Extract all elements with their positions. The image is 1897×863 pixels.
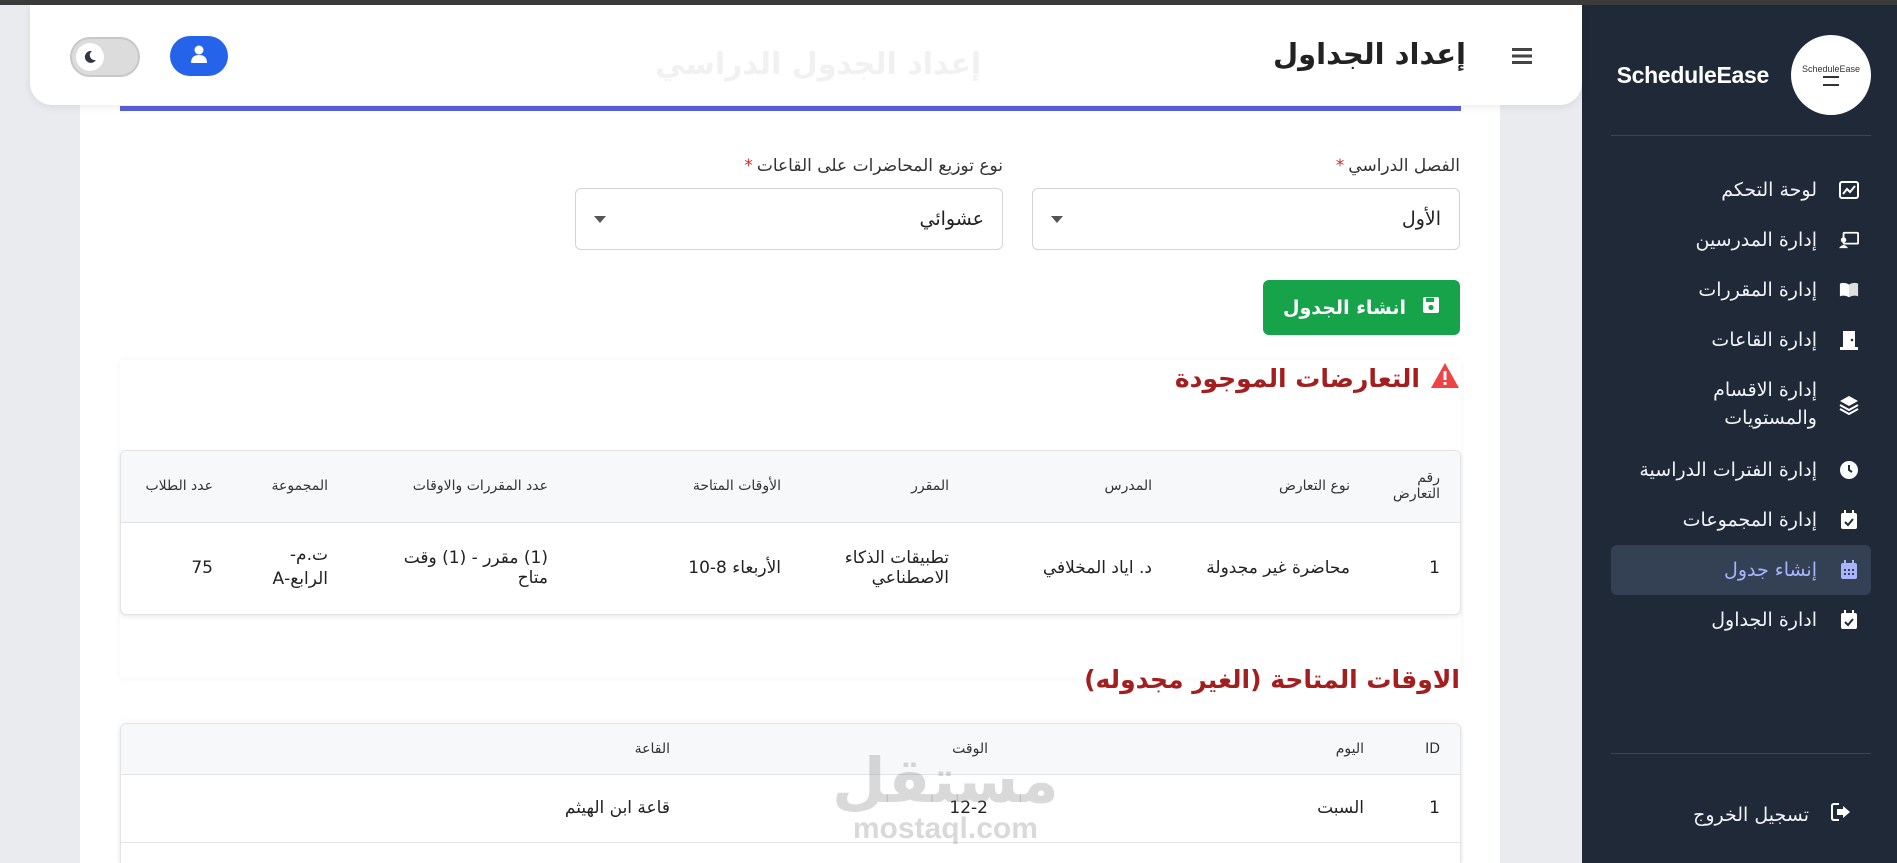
sidebar-item-label: إدارة القاعات bbox=[1711, 329, 1817, 351]
sidebar-item-create-schedule[interactable]: إنشاء جدول bbox=[1611, 545, 1871, 595]
sidebar-item-manage-schedules[interactable]: ادارة الجداول bbox=[1611, 595, 1871, 645]
layers-icon bbox=[1839, 395, 1859, 415]
logo-bars-icon bbox=[1823, 76, 1839, 86]
distribution-select[interactable]: عشوائي bbox=[575, 188, 1003, 250]
brand-name: ScheduleEase bbox=[1616, 61, 1770, 88]
cell: 75 bbox=[191, 558, 213, 579]
sidebar-item-label: إدارة الاقسام والمستويات bbox=[1713, 379, 1817, 429]
cell: 1 bbox=[1429, 798, 1440, 818]
conflicts-title: التعارضات الموجودة bbox=[1175, 362, 1460, 395]
semester-select[interactable]: الأول bbox=[1032, 188, 1460, 250]
sidebar: ScheduleEase ScheduleEase لوحة التحكم إد… bbox=[1582, 5, 1897, 863]
chevron-down-icon bbox=[1051, 215, 1063, 223]
save-icon bbox=[1422, 296, 1440, 319]
sidebar-item-dashboard[interactable]: لوحة التحكم bbox=[1611, 165, 1871, 215]
required-mark: * bbox=[1335, 156, 1345, 176]
app-logo: ScheduleEase bbox=[1791, 35, 1871, 115]
calendar-check-icon bbox=[1839, 510, 1859, 530]
sidebar-item-label: إدارة المقررات bbox=[1698, 279, 1817, 301]
page-title: إعداد الجداول bbox=[1272, 37, 1466, 71]
cell: 1 bbox=[1429, 558, 1440, 579]
teacher-icon bbox=[1839, 230, 1859, 250]
col-header: ID bbox=[1384, 724, 1460, 775]
sidebar-item-periods[interactable]: إدارة الفترات الدراسية bbox=[1611, 445, 1871, 495]
clock-icon bbox=[1839, 460, 1859, 480]
calendar-icon bbox=[1839, 560, 1859, 580]
conflicts-table: رقم التعارض نوع التعارض المدرس المقرر ال… bbox=[120, 450, 1461, 615]
col-header: الأوقات المتاحة bbox=[568, 451, 801, 523]
sidebar-item-label: إنشاء جدول bbox=[1724, 559, 1817, 581]
user-icon bbox=[191, 45, 207, 67]
menu-toggle-icon[interactable] bbox=[1512, 45, 1532, 70]
book-icon bbox=[1839, 280, 1859, 300]
create-schedule-button[interactable]: انشاء الجدول bbox=[1263, 280, 1460, 335]
sidebar-item-teachers[interactable]: إدارة المدرسين bbox=[1611, 215, 1871, 265]
sidebar-nav: لوحة التحكم إدارة المدرسين إدارة المقررا… bbox=[1611, 165, 1871, 645]
cell: د. اياد المخلافي bbox=[1042, 558, 1152, 579]
user-profile-button[interactable] bbox=[170, 36, 228, 76]
col-header: المقرر bbox=[801, 451, 969, 523]
sidebar-item-label: إدارة المدرسين bbox=[1695, 229, 1817, 251]
col-header: المجموعة bbox=[233, 451, 348, 523]
ghost-page-title: إعداد الجدول الدراسي bbox=[655, 47, 982, 82]
logout-icon bbox=[1831, 803, 1851, 826]
sidebar-item-label: لوحة التحكم bbox=[1721, 179, 1817, 201]
cell: السبت bbox=[1317, 798, 1364, 818]
sidebar-divider bbox=[1611, 135, 1871, 136]
cell: قاعة ابن الهيثم bbox=[564, 798, 670, 818]
table-row bbox=[121, 842, 1460, 863]
dark-mode-toggle[interactable] bbox=[70, 37, 140, 77]
conflicts-title-text: التعارضات الموجودة bbox=[1174, 364, 1420, 393]
sidebar-item-label: إدارة المجموعات bbox=[1682, 509, 1817, 531]
table-row: 1 محاضرة غير مجدولة د. اياد المخلافي تطب… bbox=[121, 522, 1460, 614]
col-header: رقم التعارض bbox=[1370, 451, 1460, 523]
sidebar-divider bbox=[1611, 753, 1871, 754]
distribution-label-text: نوع توزيع المحاضرات على القاعات bbox=[756, 156, 1003, 176]
table-header-row: ID اليوم الوقت القاعة bbox=[121, 724, 1460, 775]
col-header: نوع التعارض bbox=[1172, 451, 1370, 523]
col-header: الوقت bbox=[690, 724, 1008, 775]
top-header: إعداد الجدول الدراسي إعداد الجداول bbox=[30, 5, 1582, 105]
sidebar-item-courses[interactable]: إدارة المقررات bbox=[1611, 265, 1871, 315]
col-header: اليوم bbox=[1008, 724, 1384, 775]
cell: تطبيقات الذكاء الاصطناعي bbox=[844, 548, 949, 589]
main-content: الفصل الدراسي* الأول نوع توزيع المحاضرات… bbox=[80, 60, 1500, 863]
sidebar-item-groups[interactable]: إدارة المجموعات bbox=[1611, 495, 1871, 545]
logout-button[interactable]: تسجيل الخروج bbox=[1693, 803, 1851, 826]
col-header: المدرس bbox=[969, 451, 1172, 523]
cell: (1) مقرر - (1) وقت متاح bbox=[403, 548, 548, 589]
col-header: القاعة bbox=[121, 724, 690, 775]
semester-label: الفصل الدراسي* bbox=[1336, 156, 1460, 176]
chart-icon bbox=[1839, 180, 1859, 200]
calendar-check-icon bbox=[1839, 610, 1859, 630]
distribution-value: عشوائي bbox=[919, 208, 984, 230]
cell: الأربعاء 8-10 bbox=[688, 558, 781, 579]
available-table: ID اليوم الوقت القاعة 1 السبت 12-2 قاعة … bbox=[120, 723, 1461, 863]
sidebar-item-departments[interactable]: إدارة الاقسام والمستويات bbox=[1611, 365, 1871, 445]
cell: ت.م- الرابع-A bbox=[272, 545, 328, 590]
sidebar-item-label: إدارة الفترات الدراسية bbox=[1639, 459, 1817, 481]
available-title: الاوقات المتاحة (الغير مجدوله) bbox=[1084, 665, 1460, 694]
col-header: عدد الطلاب bbox=[121, 451, 233, 523]
sidebar-item-label: ادارة الجداول bbox=[1711, 609, 1817, 631]
warning-icon bbox=[1430, 362, 1460, 395]
table-header-row: رقم التعارض نوع التعارض المدرس المقرر ال… bbox=[121, 451, 1460, 523]
sidebar-item-halls[interactable]: إدارة القاعات bbox=[1611, 315, 1871, 365]
col-header: عدد المقررات والاوقات bbox=[348, 451, 568, 523]
semester-label-text: الفصل الدراسي bbox=[1348, 156, 1460, 176]
distribution-label: نوع توزيع المحاضرات على القاعات* bbox=[744, 156, 1003, 176]
required-mark: * bbox=[744, 156, 753, 176]
logout-label: تسجيل الخروج bbox=[1693, 803, 1809, 826]
table-row: 1 السبت 12-2 قاعة ابن الهيثم bbox=[121, 774, 1460, 842]
create-schedule-label: انشاء الجدول bbox=[1282, 296, 1407, 319]
brand[interactable]: ScheduleEase ScheduleEase bbox=[1617, 35, 1871, 115]
moon-icon bbox=[76, 43, 104, 71]
logo-text: ScheduleEase bbox=[1801, 64, 1861, 74]
chevron-down-icon bbox=[594, 215, 606, 223]
accent-bar bbox=[120, 106, 1461, 111]
door-icon bbox=[1839, 330, 1859, 350]
semester-value: الأول bbox=[1401, 208, 1441, 230]
cell: محاضرة غير مجدولة bbox=[1206, 558, 1350, 579]
cell: 12-2 bbox=[949, 798, 988, 818]
